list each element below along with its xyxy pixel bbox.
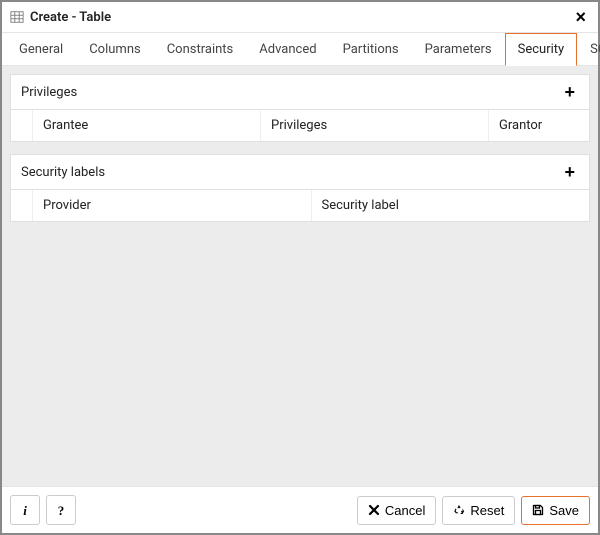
tab-security[interactable]: Security (505, 33, 578, 66)
tab-parameters[interactable]: Parameters (412, 33, 505, 66)
add-privilege-button[interactable]: + (560, 83, 579, 101)
recycle-icon (453, 504, 465, 516)
save-label: Save (549, 504, 579, 517)
cancel-button[interactable]: Cancel (357, 496, 436, 525)
titlebar: Create - Table × (2, 2, 598, 33)
cancel-label: Cancel (385, 504, 425, 517)
add-security-label-button[interactable]: + (560, 163, 579, 181)
save-button[interactable]: Save (521, 496, 590, 525)
security-labels-col-label: Security label (312, 190, 590, 221)
privileges-header: Privileges + (10, 74, 590, 110)
privileges-row-actions-col (11, 110, 33, 141)
tab-columns[interactable]: Columns (76, 33, 154, 66)
privileges-table: Grantee Privileges Grantor (10, 110, 590, 142)
security-labels-row-actions-col (11, 190, 33, 221)
reset-label: Reset (470, 504, 504, 517)
security-labels-table: Provider Security label (10, 190, 590, 222)
security-labels-title: Security labels (21, 165, 105, 180)
help-button[interactable]: ? (46, 495, 76, 525)
tab-partitions[interactable]: Partitions (330, 33, 412, 66)
tab-constraints[interactable]: Constraints (154, 33, 247, 66)
privileges-title: Privileges (21, 85, 77, 100)
tab-advanced[interactable]: Advanced (246, 33, 329, 66)
save-icon (532, 504, 544, 516)
privileges-section: Privileges + Grantee Privileges Grantor (10, 74, 590, 142)
table-icon (10, 10, 24, 24)
security-labels-col-provider: Provider (33, 190, 312, 221)
security-labels-section: Security labels + Provider Security labe… (10, 154, 590, 222)
tab-bar: General Columns Constraints Advanced Par… (2, 33, 598, 66)
privileges-col-grantor: Grantor (489, 110, 589, 141)
close-icon (368, 504, 380, 516)
security-labels-header: Security labels + (10, 154, 590, 190)
reset-button[interactable]: Reset (442, 496, 515, 525)
dialog-footer: i ? Cancel Reset Save (2, 486, 598, 533)
info-icon: i (23, 504, 27, 517)
help-icon: ? (58, 504, 65, 517)
privileges-col-grantee: Grantee (33, 110, 261, 141)
window-title: Create - Table (30, 10, 571, 25)
info-button[interactable]: i (10, 495, 40, 525)
privileges-col-privileges: Privileges (261, 110, 489, 141)
dialog-window: Create - Table × General Columns Constra… (0, 0, 600, 535)
close-button[interactable]: × (571, 8, 590, 26)
tab-general[interactable]: General (6, 33, 76, 66)
tab-sql[interactable]: SQL (577, 33, 600, 66)
tab-content: Privileges + Grantee Privileges Grantor … (2, 66, 598, 486)
